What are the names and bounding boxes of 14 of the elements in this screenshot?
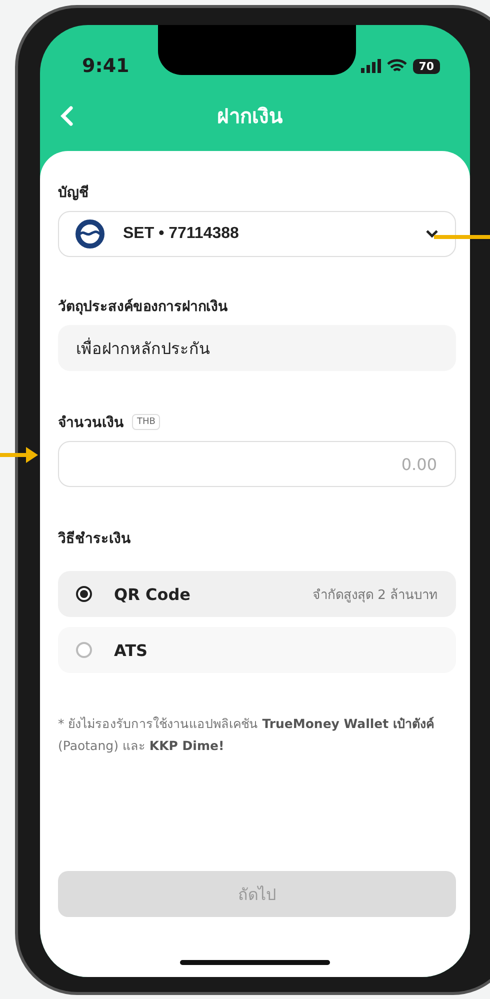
amount-input[interactable]: 0.00 xyxy=(58,441,456,487)
currency-tag: THB xyxy=(132,414,160,430)
purpose-field: เพื่อฝากหลักประกัน xyxy=(58,325,456,371)
payment-option[interactable]: QR Code จำกัดสูงสุด 2 ล้านบาท xyxy=(58,571,456,617)
field-label: จำนวนเงิน xyxy=(58,414,124,433)
footnote: * ยังไม่รองรับการใช้งานแอปพลิเคชัน TrueMoney Wallet เป๋าตังค์ (Paotang) และ KKP Dime! xyxy=(58,715,435,755)
page-title: ฝากเงิน xyxy=(216,103,284,130)
battery-level: 70 xyxy=(412,58,440,74)
field-label: วัตถุประสงค์ของการฝากเงิน xyxy=(58,298,228,317)
payment-option[interactable]: ATS xyxy=(58,627,456,673)
account-select[interactable]: SET • 77114388 xyxy=(58,211,456,257)
field-label: บัญชี xyxy=(58,184,89,203)
status-time: 9:41 xyxy=(82,55,130,77)
field-label: วิธีชำระเงิน xyxy=(58,530,131,549)
